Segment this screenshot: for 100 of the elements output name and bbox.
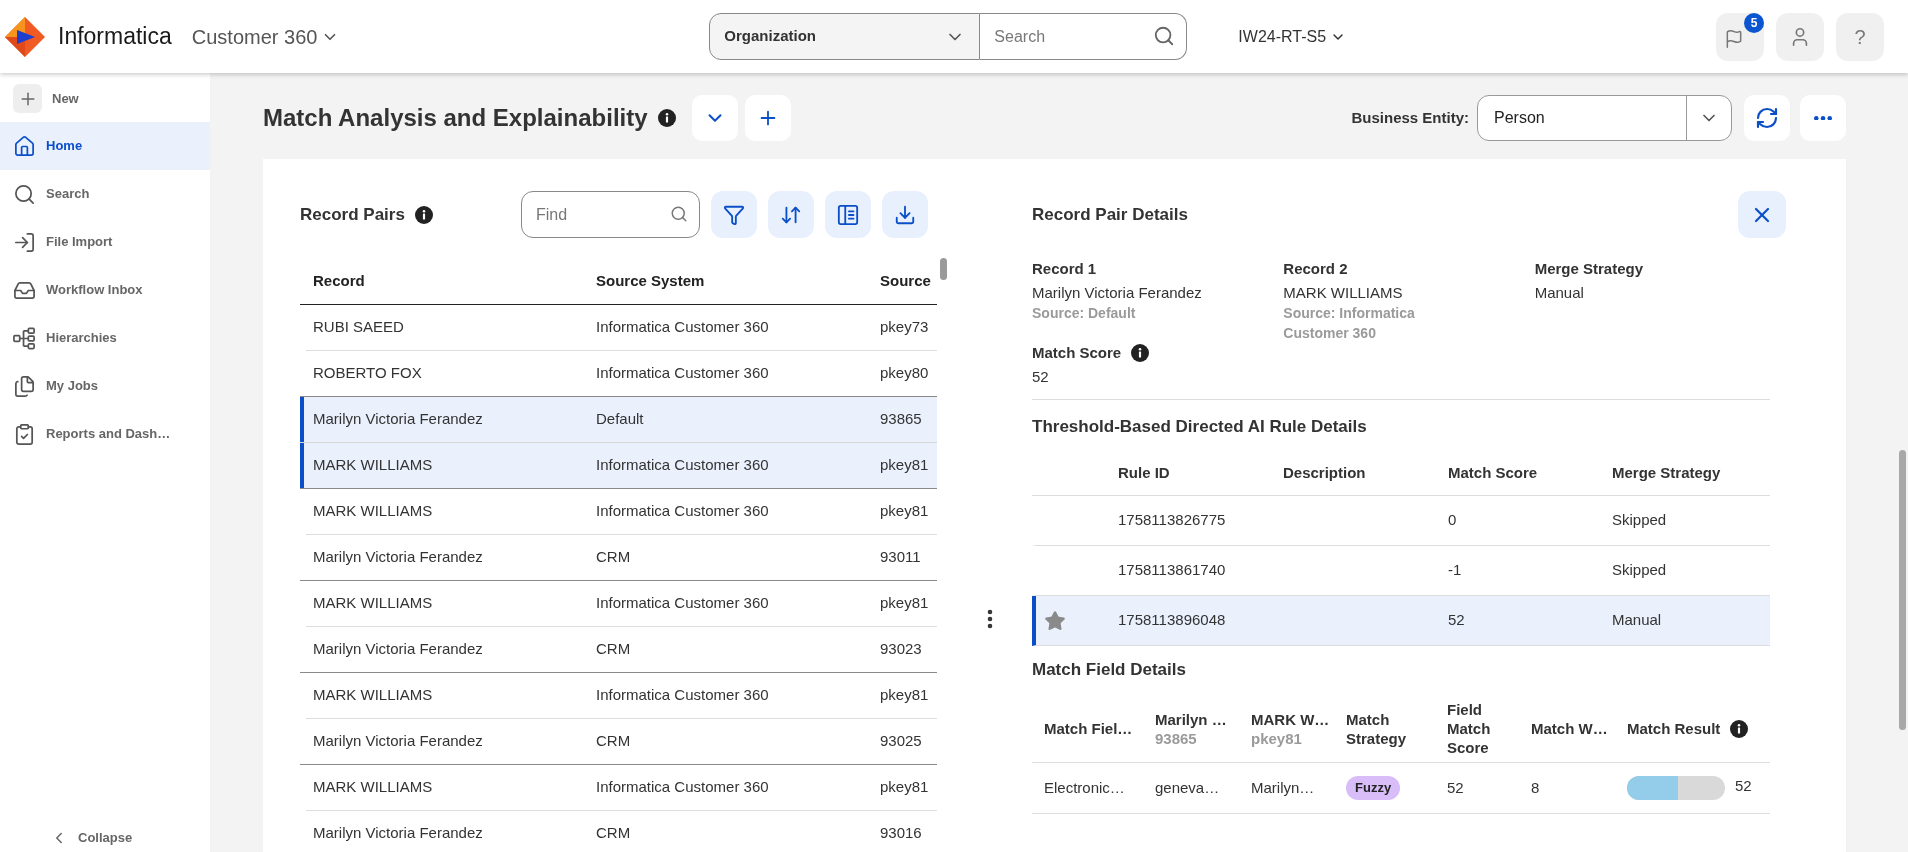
table-cell: 93016 bbox=[880, 824, 922, 842]
search-field[interactable]: Search bbox=[980, 13, 1188, 60]
table-cell: Informatica Customer 360 bbox=[596, 686, 769, 704]
download-button[interactable] bbox=[882, 191, 928, 238]
table-cell: pkey81 bbox=[880, 778, 929, 796]
sidebar-item[interactable]: Reports and Dash… bbox=[0, 410, 210, 458]
table-row[interactable]: MARK WILLIAMS Informatica Customer 360 pkey81 bbox=[300, 673, 937, 718]
table-cell: -1 bbox=[1448, 561, 1462, 579]
add-button[interactable] bbox=[744, 95, 791, 141]
sidebar-item[interactable]: Search bbox=[0, 170, 210, 218]
more-button[interactable] bbox=[1800, 95, 1846, 141]
sidebar-item[interactable]: Workflow Inbox bbox=[0, 266, 210, 314]
table-cell: pkey80 bbox=[880, 364, 929, 382]
new-button[interactable]: New bbox=[13, 84, 79, 113]
table-row[interactable]: 1758113896048 52 Manual bbox=[1032, 596, 1770, 646]
table-cell: 93011 bbox=[880, 548, 921, 566]
table-cell: MARK WILLIAMS bbox=[313, 456, 433, 474]
column-header: Match Score bbox=[1448, 464, 1538, 482]
scope-dropdown[interactable]: Organization bbox=[709, 13, 981, 60]
sidebar-item[interactable]: Hierarchies bbox=[0, 314, 210, 362]
field-label: Match Score bbox=[1032, 343, 1122, 363]
sidebar-item[interactable]: Home bbox=[0, 122, 210, 170]
field-label: Merge Strategy bbox=[1534, 259, 1644, 279]
table-row[interactable]: 1758113826775 0 Skipped bbox=[1032, 496, 1770, 546]
field-value: Manual bbox=[1534, 283, 1584, 303]
columns-button[interactable] bbox=[825, 191, 871, 238]
collapse-button[interactable]: Collapse bbox=[50, 827, 133, 849]
user-button[interactable] bbox=[1776, 12, 1824, 61]
table-row[interactable]: RUBI SAEED Informatica Customer 360 pkey73 bbox=[300, 305, 937, 350]
scrollbar-thumb[interactable] bbox=[1899, 450, 1906, 730]
table-cell: Manual bbox=[1612, 611, 1662, 629]
table-cell: 52 bbox=[1448, 611, 1465, 629]
column-header: Rule ID bbox=[1118, 464, 1170, 482]
sidebar-item[interactable]: My Jobs bbox=[0, 362, 210, 410]
table-cell: MARK WILLIAMS bbox=[313, 686, 433, 704]
flag-icon bbox=[1724, 28, 1744, 49]
column-header: Match W… bbox=[1531, 719, 1608, 738]
column-header: Source System bbox=[596, 271, 705, 289]
table-row[interactable]: MARK WILLIAMS Informatica Customer 360 pkey81 bbox=[300, 765, 937, 810]
clipboard-check-icon bbox=[13, 422, 36, 446]
table-cell: 1758113826775 bbox=[1118, 511, 1226, 529]
column-subheader: pkey81 bbox=[1251, 728, 1302, 748]
sort-button[interactable] bbox=[768, 191, 814, 238]
match-result-value: 52 bbox=[1735, 775, 1752, 796]
column-header: Marilyn … bbox=[1155, 709, 1227, 729]
info-icon[interactable] bbox=[1730, 719, 1749, 738]
search-icon bbox=[670, 205, 688, 223]
table-row[interactable]: Marilyn Victoria Ferandez CRM 93025 bbox=[300, 719, 937, 764]
column-header: Merge Strategy bbox=[1612, 464, 1721, 482]
record-source: Source: Default bbox=[1032, 304, 1136, 323]
record-source: Source: Informatica Customer 360 bbox=[1283, 304, 1416, 343]
more-icon bbox=[1814, 115, 1832, 121]
product-switcher[interactable]: Customer 360 bbox=[191, 21, 340, 52]
org-switcher[interactable]: IW24-RT-S5 bbox=[1238, 24, 1347, 49]
table-cell: Marilyn Victoria Ferandez bbox=[313, 732, 483, 750]
filter-icon bbox=[723, 203, 745, 226]
hierarchy-icon bbox=[13, 326, 36, 350]
table-cell: pkey81 bbox=[880, 686, 929, 704]
arrow-into-bracket-icon bbox=[13, 230, 36, 254]
table-row[interactable]: Marilyn Victoria Ferandez CRM 93023 bbox=[300, 627, 937, 672]
notification-count: 5 bbox=[1744, 12, 1764, 33]
table-cell: 1758113861740 bbox=[1118, 561, 1226, 579]
table-row[interactable]: Marilyn Victoria Ferandez CRM 93016 bbox=[300, 811, 937, 852]
field-value: MARK WILLIAMS bbox=[1283, 283, 1403, 303]
section-title: Threshold-Based Directed AI Rule Details bbox=[1032, 416, 1367, 438]
table-cell: MARK WILLIAMS bbox=[313, 594, 433, 612]
notifications-button[interactable]: 5 bbox=[1716, 12, 1764, 61]
table-row[interactable]: MARK WILLIAMS Informatica Customer 360 pkey81 bbox=[300, 443, 937, 488]
page-title: Match Analysis and Explainability bbox=[263, 103, 648, 133]
table-cell: Informatica Customer 360 bbox=[596, 318, 769, 336]
business-entity-label: Business Entity: bbox=[1351, 107, 1469, 128]
house-icon bbox=[13, 134, 36, 158]
info-icon[interactable] bbox=[414, 205, 433, 224]
column-header: Source bbox=[880, 271, 931, 289]
table-cell: pkey73 bbox=[880, 318, 929, 336]
star-icon bbox=[1044, 609, 1066, 632]
find-field[interactable]: Find bbox=[521, 191, 700, 238]
table-row[interactable]: MARK WILLIAMS Informatica Customer 360 pkey81 bbox=[300, 581, 937, 626]
match-strategy-tag: Fuzzy bbox=[1346, 776, 1401, 800]
table-cell: Default bbox=[596, 410, 644, 428]
business-entity-dropdown[interactable]: Person bbox=[1477, 95, 1732, 141]
refresh-button[interactable] bbox=[1744, 95, 1790, 141]
filter-button[interactable] bbox=[711, 191, 757, 238]
table-cell: CRM bbox=[596, 548, 631, 566]
close-button[interactable] bbox=[1738, 191, 1786, 238]
panel-icon bbox=[837, 203, 859, 226]
table-row[interactable]: Marilyn Victoria Ferandez CRM 93011 bbox=[300, 535, 937, 580]
table-row[interactable]: MARK WILLIAMS Informatica Customer 360 pkey81 bbox=[300, 489, 937, 534]
info-icon[interactable] bbox=[1131, 344, 1150, 362]
table-row[interactable]: Marilyn Victoria Ferandez Default 93865 bbox=[300, 397, 937, 442]
table-row[interactable]: ROBERTO FOX Informatica Customer 360 pkey80 bbox=[300, 351, 937, 396]
table-cell: Electronic… bbox=[1044, 778, 1125, 796]
field-label: Record 2 bbox=[1283, 259, 1348, 279]
scrollbar-thumb[interactable] bbox=[940, 258, 947, 280]
help-button[interactable]: ? bbox=[1836, 12, 1884, 61]
table-cell: CRM bbox=[596, 640, 631, 658]
table-cell: pkey81 bbox=[880, 502, 929, 520]
table-cell: Marilyn Victoria Ferandez bbox=[313, 410, 483, 428]
info-icon[interactable] bbox=[657, 109, 676, 127]
sidebar-item[interactable]: File Import bbox=[0, 218, 210, 266]
